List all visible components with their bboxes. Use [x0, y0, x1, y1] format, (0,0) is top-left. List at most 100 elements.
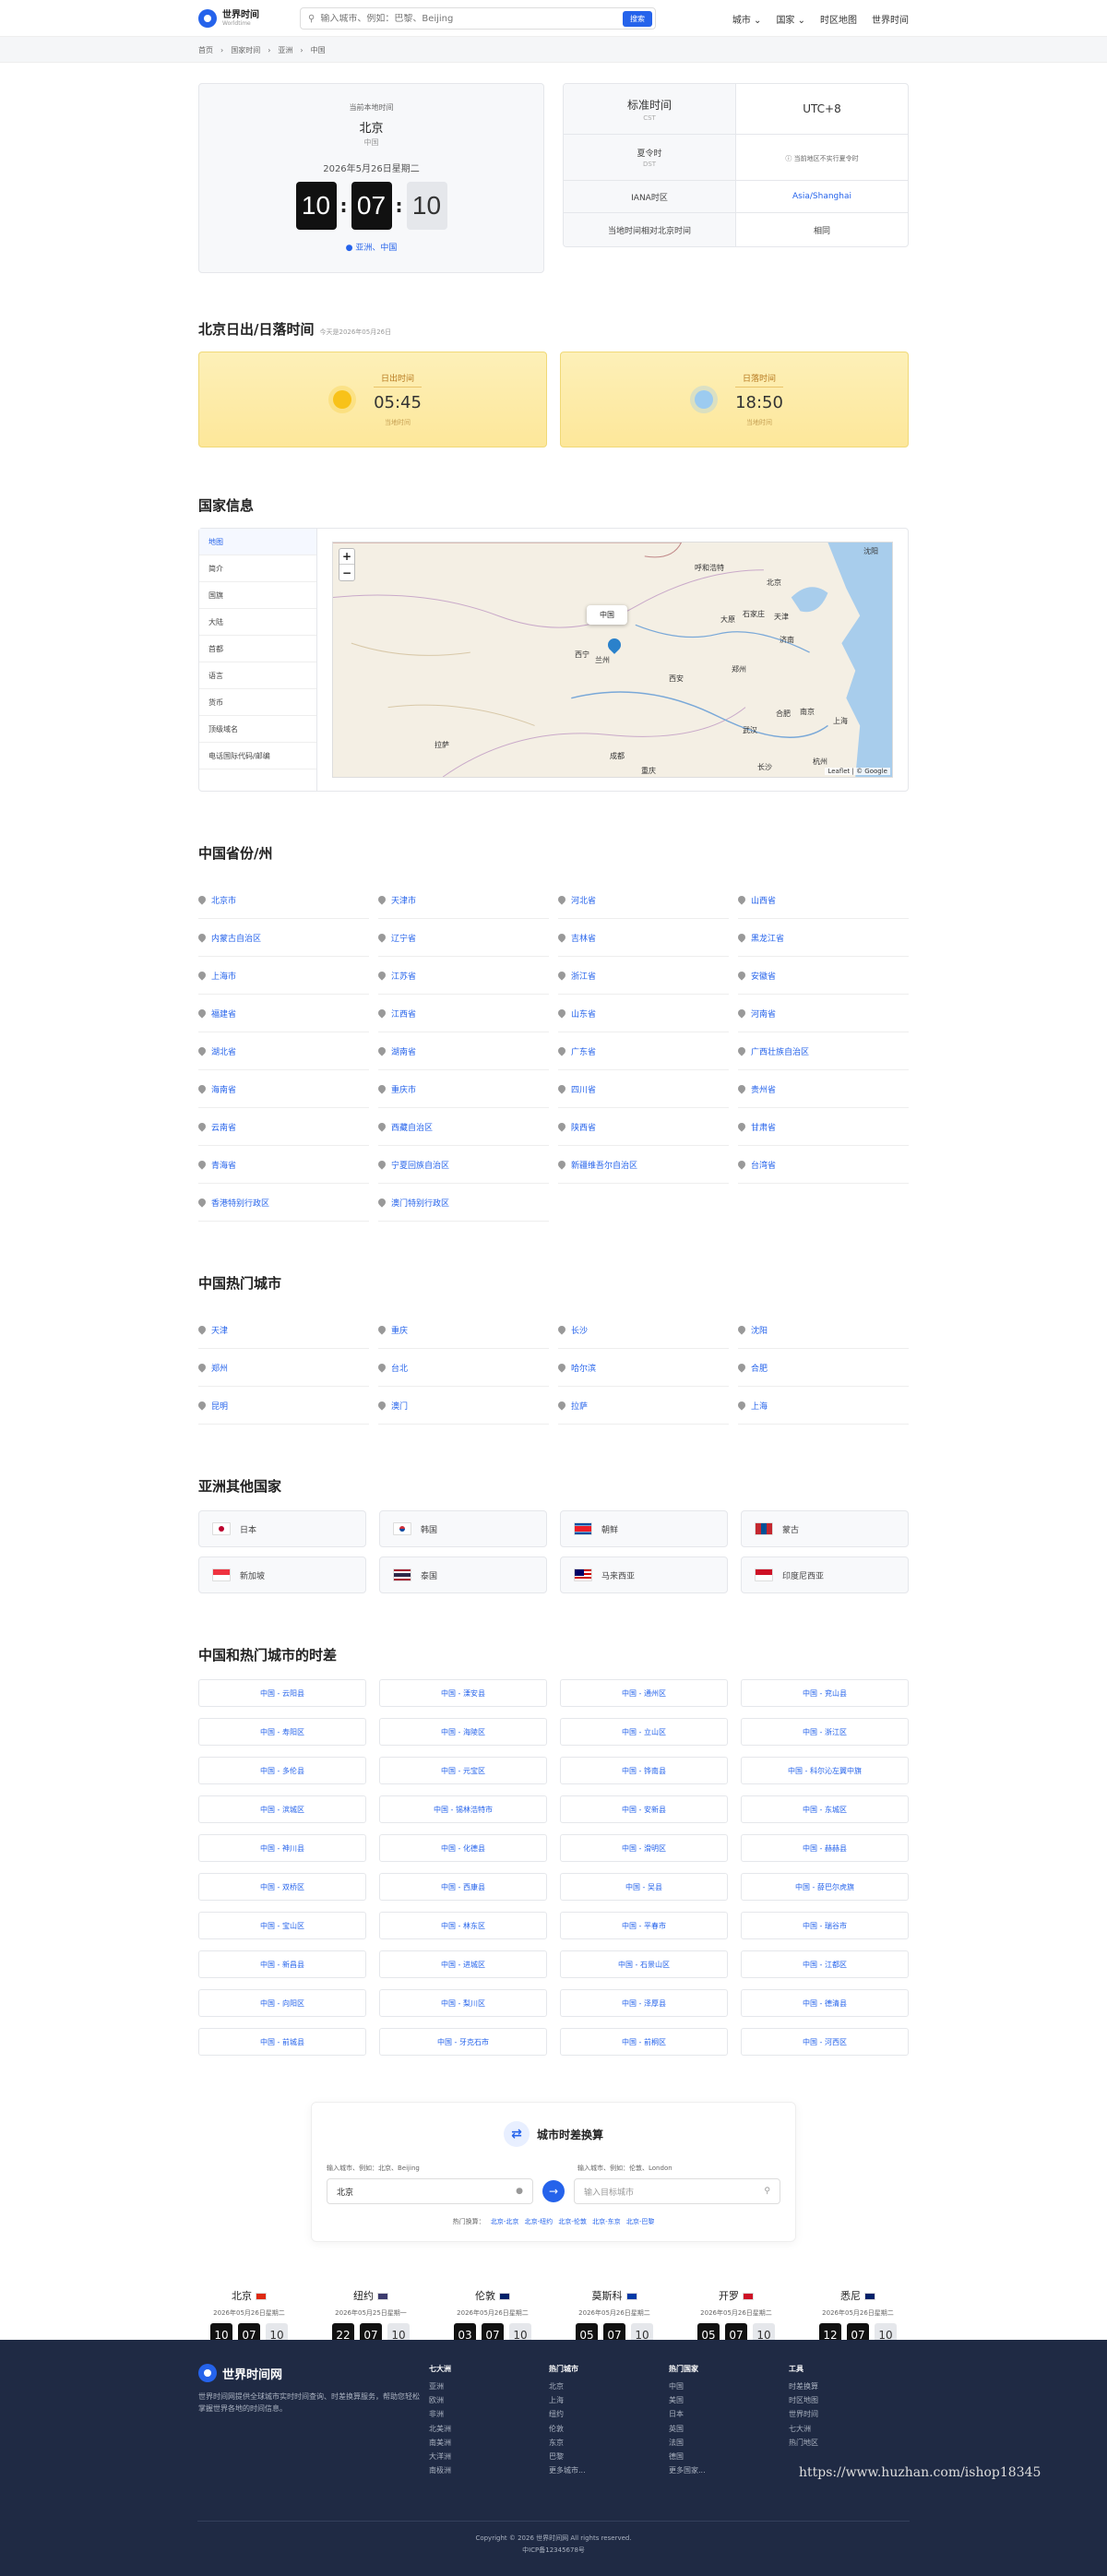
footer-link[interactable]: 热门地区	[789, 2436, 909, 2450]
time-diff-link[interactable]: 中国 - 石景山区	[560, 1950, 728, 1978]
list-item[interactable]: 福建省	[196, 995, 369, 1032]
time-diff-link[interactable]: 中国 - 德清县	[741, 1989, 909, 2017]
footer-link[interactable]: 亚洲	[429, 2379, 549, 2393]
list-item[interactable]: 山东省	[556, 995, 729, 1032]
footer-link[interactable]: 七大洲	[789, 2422, 909, 2436]
tab-map[interactable]: 地图	[199, 529, 316, 555]
list-item[interactable]: 广东省	[556, 1032, 729, 1070]
footer-link[interactable]: 英国	[669, 2422, 789, 2436]
list-item[interactable]: 香港特别行政区	[196, 1184, 369, 1222]
country-mongolia[interactable]: 蒙古	[741, 1510, 909, 1547]
clock-location[interactable]: ● 亚洲、中国	[199, 241, 543, 253]
search-button[interactable]: 搜索	[623, 10, 652, 27]
time-diff-link[interactable]: 中国 - 溧安县	[379, 1679, 547, 1707]
footer-link[interactable]: 南极洲	[429, 2463, 549, 2477]
time-diff-link[interactable]: 中国 - 赫赫县	[741, 1834, 909, 1862]
time-diff-link[interactable]: 中国 - 牙克石市	[379, 2028, 547, 2056]
list-item[interactable]: 上海市	[196, 957, 369, 995]
list-item[interactable]: 广西壮族自治区	[736, 1032, 909, 1070]
footer-link[interactable]: 伦敦	[549, 2422, 669, 2436]
tab-phone-code[interactable]: 电话国际代码/邮编	[199, 743, 316, 769]
list-item[interactable]: 河南省	[736, 995, 909, 1032]
list-item[interactable]: 新疆维吾尔自治区	[556, 1146, 729, 1184]
hot-link[interactable]: 北京-纽约	[525, 2218, 554, 2225]
time-diff-link[interactable]: 中国 - 通州区	[560, 1679, 728, 1707]
time-diff-link[interactable]: 中国 - 向阳区	[198, 1989, 366, 2017]
time-diff-link[interactable]: 中国 - 江都区	[741, 1950, 909, 1978]
list-item[interactable]: 河北省	[556, 881, 729, 919]
list-item[interactable]: 郑州	[196, 1349, 369, 1387]
country-singapore[interactable]: 新加坡	[198, 1556, 366, 1593]
list-item[interactable]: 昆明	[196, 1387, 369, 1425]
footer-link[interactable]: 上海	[549, 2393, 669, 2407]
list-item[interactable]: 贵州省	[736, 1070, 909, 1108]
time-diff-link[interactable]: 中国 - 安新县	[560, 1795, 728, 1823]
time-diff-link[interactable]: 中国 - 梨川区	[379, 1989, 547, 2017]
list-item[interactable]: 重庆	[376, 1311, 549, 1349]
hot-link[interactable]: 北京-东京	[592, 2218, 621, 2225]
list-item[interactable]: 内蒙古自治区	[196, 919, 369, 957]
list-item[interactable]: 合肥	[736, 1349, 909, 1387]
time-diff-link[interactable]: 中国 - 元宝区	[379, 1757, 547, 1784]
footer-link[interactable]: 时区地图	[789, 2393, 909, 2407]
time-diff-link[interactable]: 中国 - 神川县	[198, 1834, 366, 1862]
time-diff-link[interactable]: 中国 - 前桐区	[560, 2028, 728, 2056]
time-diff-link[interactable]: 中国 - 铧南县	[560, 1757, 728, 1784]
footer-link[interactable]: 非洲	[429, 2407, 549, 2421]
list-item[interactable]: 天津	[196, 1311, 369, 1349]
time-diff-link[interactable]: 中国 - 化德县	[379, 1834, 547, 1862]
time-diff-link[interactable]: 中国 - 林东区	[379, 1912, 547, 1939]
footer-link[interactable]: 更多国家...	[669, 2463, 789, 2477]
tab-continent[interactable]: 大陆	[199, 609, 316, 636]
list-item[interactable]: 辽宁省	[376, 919, 549, 957]
country-map[interactable]: + − 中国 呼和浩特 北京 沈阳 天津 大原 石家庄 济南 西宁 兰州 西安 …	[332, 542, 893, 778]
country-malaysia[interactable]: 马来西亚	[560, 1556, 728, 1593]
list-item[interactable]: 海南省	[196, 1070, 369, 1108]
to-city-input[interactable]: 输入目标城市 ⚲	[574, 2178, 780, 2204]
list-item[interactable]: 西藏自治区	[376, 1108, 549, 1146]
footer-link[interactable]: 南美洲	[429, 2436, 549, 2450]
from-city-input[interactable]: 北京 ●	[327, 2178, 533, 2204]
time-diff-link[interactable]: 中国 - 进城区	[379, 1950, 547, 1978]
footer-link[interactable]: 日本	[669, 2407, 789, 2421]
list-item[interactable]: 澳门特别行政区	[376, 1184, 549, 1222]
list-item[interactable]: 天津市	[376, 881, 549, 919]
hot-link[interactable]: 北京-北京	[491, 2218, 519, 2225]
time-diff-link[interactable]: 中国 - 瑞谷市	[741, 1912, 909, 1939]
list-item[interactable]: 台北	[376, 1349, 549, 1387]
zoom-out-button[interactable]: −	[339, 565, 354, 580]
time-diff-link[interactable]: 中国 - 寿阳区	[198, 1718, 366, 1746]
world-clock-city[interactable]: 开罗	[685, 2288, 787, 2303]
hot-link[interactable]: 北京-巴黎	[626, 2218, 655, 2225]
zoom-in-button[interactable]: +	[339, 549, 354, 565]
list-item[interactable]: 台湾省	[736, 1146, 909, 1184]
site-logo[interactable]: 世界时间 Worldtime	[198, 9, 300, 28]
time-diff-link[interactable]: 中国 - 多伦县	[198, 1757, 366, 1784]
footer-link[interactable]: 纽约	[549, 2407, 669, 2421]
tab-intro[interactable]: 简介	[199, 555, 316, 582]
time-diff-link[interactable]: 中国 - 锡林浩特市	[379, 1795, 547, 1823]
list-item[interactable]: 江西省	[376, 995, 549, 1032]
iana-link[interactable]: Asia/Shanghai	[792, 192, 851, 201]
time-diff-link[interactable]: 中国 - 平春市	[560, 1912, 728, 1939]
footer-link[interactable]: 美国	[669, 2393, 789, 2407]
time-diff-link[interactable]: 中国 - 泽厚县	[560, 1989, 728, 2017]
time-diff-link[interactable]: 中国 - 滨城区	[198, 1795, 366, 1823]
tab-currency[interactable]: 货币	[199, 689, 316, 716]
list-item[interactable]: 湖北省	[196, 1032, 369, 1070]
world-clock-city[interactable]: 纽约	[320, 2288, 422, 2303]
time-diff-link[interactable]: 中国 - 兖山县	[741, 1679, 909, 1707]
list-item[interactable]: 四川省	[556, 1070, 729, 1108]
list-item[interactable]: 青海省	[196, 1146, 369, 1184]
footer-link[interactable]: 德国	[669, 2450, 789, 2463]
list-item[interactable]: 山西省	[736, 881, 909, 919]
time-diff-link[interactable]: 中国 - 新昌县	[198, 1950, 366, 1978]
list-item[interactable]: 宁夏回族自治区	[376, 1146, 549, 1184]
time-diff-link[interactable]: 中国 - 双桥区	[198, 1873, 366, 1901]
breadcrumb-country-time[interactable]: 国家时间	[231, 45, 260, 55]
time-diff-link[interactable]: 中国 - 薛巴尔虎旗	[741, 1873, 909, 1901]
hot-link[interactable]: 北京-伦敦	[558, 2218, 587, 2225]
footer-logo[interactable]: 世界时间网	[198, 2364, 429, 2382]
country-indonesia[interactable]: 印度尼西亚	[741, 1556, 909, 1593]
time-diff-link[interactable]: 中国 - 前城县	[198, 2028, 366, 2056]
